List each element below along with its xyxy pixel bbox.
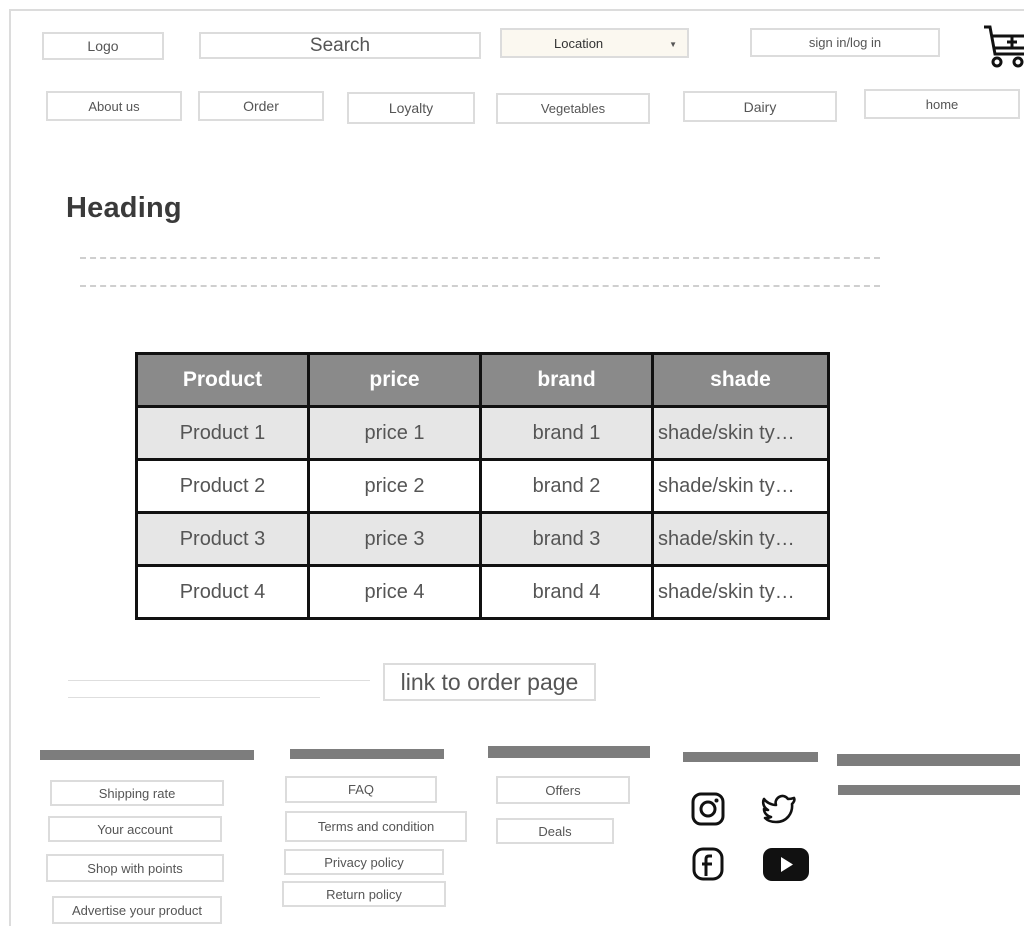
table-cell: price 4 bbox=[307, 564, 482, 620]
footer-link-terms[interactable]: Terms and condition bbox=[285, 811, 467, 842]
location-select[interactable]: Location ▼ bbox=[500, 28, 689, 58]
table-cell: price 2 bbox=[307, 458, 482, 514]
footer-link-faq[interactable]: FAQ bbox=[285, 776, 437, 803]
footer-heading-bar bbox=[290, 749, 444, 759]
footer-link-deals[interactable]: Deals bbox=[496, 818, 614, 844]
table-cell: brand 3 bbox=[479, 511, 654, 567]
page-frame-top bbox=[10, 9, 1024, 11]
nav-home[interactable]: home bbox=[864, 89, 1020, 119]
nav-about-us[interactable]: About us bbox=[46, 91, 182, 121]
product-table: Product price brand shade Product 1 pric… bbox=[135, 352, 830, 620]
instagram-icon[interactable] bbox=[690, 791, 726, 827]
table-cell: price 1 bbox=[307, 405, 482, 461]
signin-button[interactable]: sign in/log in bbox=[750, 28, 940, 57]
table-cell: Product 2 bbox=[135, 458, 310, 514]
footer-link-shipping-rate[interactable]: Shipping rate bbox=[50, 780, 224, 806]
nav-loyalty[interactable]: Loyalty bbox=[347, 92, 475, 124]
table-row: Product 2 price 2 brand 2 shade/skin ty… bbox=[135, 458, 830, 514]
table-row: Product 1 price 1 brand 1 shade/skin ty… bbox=[135, 405, 830, 461]
table-cell: brand 1 bbox=[479, 405, 654, 461]
table-row: Product 4 price 4 brand 4 shade/skin ty… bbox=[135, 564, 830, 620]
text-placeholder-line bbox=[68, 697, 320, 698]
footer-heading-bar bbox=[488, 746, 650, 758]
table-cell: price 3 bbox=[307, 511, 482, 567]
footer-heading-bar bbox=[837, 754, 1020, 766]
text-placeholder-line bbox=[80, 285, 880, 287]
footer-link-return[interactable]: Return policy bbox=[282, 881, 446, 907]
footer-link-offers[interactable]: Offers bbox=[496, 776, 630, 804]
nav-vegetables[interactable]: Vegetables bbox=[496, 93, 650, 124]
order-page-link[interactable]: link to order page bbox=[383, 663, 596, 701]
youtube-icon[interactable] bbox=[762, 847, 810, 882]
footer-link-privacy[interactable]: Privacy policy bbox=[284, 849, 444, 875]
text-placeholder-line bbox=[68, 680, 370, 681]
facebook-icon[interactable] bbox=[690, 846, 726, 882]
column-header-shade: shade bbox=[651, 352, 830, 408]
twitter-icon[interactable] bbox=[761, 793, 797, 825]
column-header-price: price bbox=[307, 352, 482, 408]
table-cell: Product 4 bbox=[135, 564, 310, 620]
table-cell: shade/skin ty… bbox=[651, 458, 830, 514]
column-header-brand: brand bbox=[479, 352, 654, 408]
table-cell: shade/skin ty… bbox=[651, 564, 830, 620]
footer-link-shop-with-points[interactable]: Shop with points bbox=[46, 854, 224, 882]
table-cell: shade/skin ty… bbox=[651, 405, 830, 461]
footer-heading-bar bbox=[40, 750, 254, 760]
add-to-cart-icon[interactable] bbox=[982, 22, 1024, 70]
table-cell: shade/skin ty… bbox=[651, 511, 830, 567]
column-header-product: Product bbox=[135, 352, 310, 408]
logo[interactable]: Logo bbox=[42, 32, 164, 60]
table-cell: brand 4 bbox=[479, 564, 654, 620]
table-header-row: Product price brand shade bbox=[135, 352, 830, 408]
nav-order[interactable]: Order bbox=[198, 91, 324, 121]
location-label: Location bbox=[554, 35, 604, 51]
nav-dairy[interactable]: Dairy bbox=[683, 91, 837, 122]
footer-link-your-account[interactable]: Your account bbox=[48, 816, 222, 842]
search-input[interactable]: Search bbox=[199, 32, 481, 59]
table-cell: brand 2 bbox=[479, 458, 654, 514]
text-placeholder-line bbox=[80, 257, 880, 259]
dropdown-caret-icon: ▼ bbox=[669, 40, 677, 49]
page-heading: Heading bbox=[66, 192, 182, 224]
table-cell: Product 3 bbox=[135, 511, 310, 567]
table-cell: Product 1 bbox=[135, 405, 310, 461]
footer-heading-bar bbox=[683, 752, 818, 762]
footer-link-advertise[interactable]: Advertise your product bbox=[52, 896, 222, 924]
footer-heading-bar bbox=[838, 785, 1020, 795]
table-row: Product 3 price 3 brand 3 shade/skin ty… bbox=[135, 511, 830, 567]
page-frame-left bbox=[9, 9, 11, 926]
